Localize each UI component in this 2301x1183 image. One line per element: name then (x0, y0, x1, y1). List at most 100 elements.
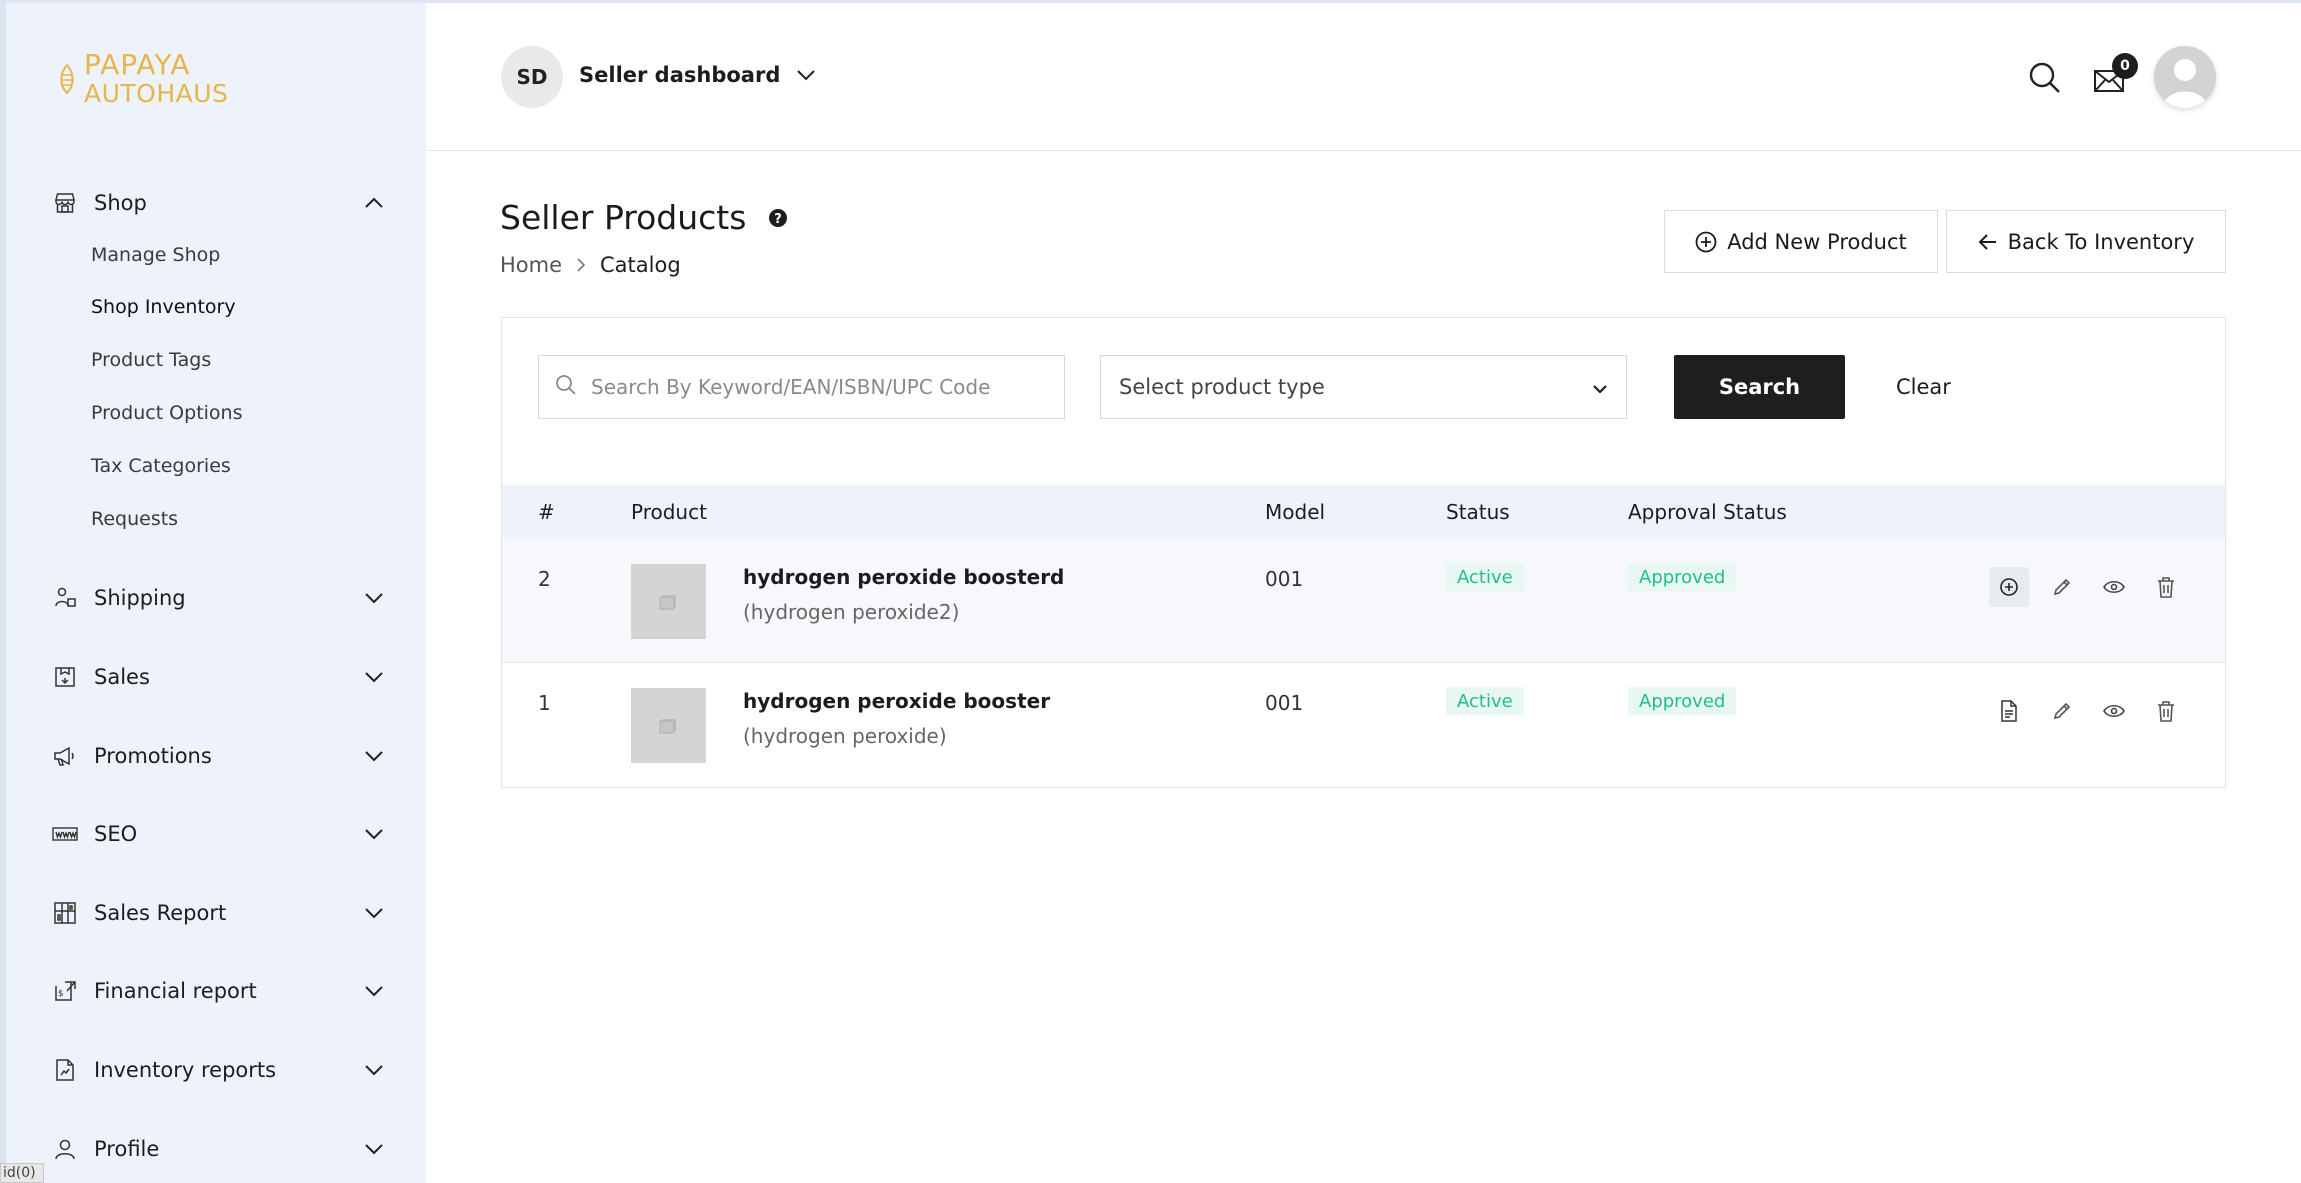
chevron-down-icon (1592, 375, 1608, 399)
sidebar-section-label: Shipping (94, 586, 186, 610)
sidebar: PAPAYA AUTOHAUS Shop Manage Shop Shop In… (6, 3, 426, 1183)
delete-trash-icon[interactable] (2146, 691, 2186, 731)
financial-icon: $ (52, 978, 78, 1004)
chevron-down-icon (362, 665, 386, 689)
sidebar-section-seo[interactable]: SEO (52, 814, 386, 854)
sidebar-item-shop-inventory[interactable]: Shop Inventory (91, 296, 236, 318)
image-placeholder-icon (659, 594, 676, 609)
sidebar-item-requests[interactable]: Requests (91, 508, 178, 530)
chevron-right-icon (576, 257, 586, 273)
product-thumbnail[interactable] (631, 564, 706, 639)
search-button[interactable]: Search (1674, 355, 1845, 419)
edit-pencil-icon[interactable] (2042, 567, 2082, 607)
brand-line1: PAPAYA (84, 48, 191, 81)
chevron-down-icon (362, 744, 386, 768)
product-type-select-label: Select product type (1119, 375, 1325, 399)
column-header-status: Status (1446, 500, 1510, 524)
seller-initials-avatar[interactable]: SD (501, 46, 563, 108)
product-thumbnail[interactable] (631, 688, 706, 763)
status-badge: Active (1446, 563, 1524, 591)
dashboard-switcher[interactable]: Seller dashboard (579, 63, 816, 87)
column-header-number: # (538, 500, 555, 524)
sidebar-section-sales[interactable]: Sales (52, 657, 386, 697)
inventory-report-icon (52, 1057, 78, 1083)
report-grid-icon (52, 900, 78, 926)
view-eye-icon[interactable] (2094, 567, 2134, 607)
chevron-down-icon (362, 979, 386, 1003)
svg-text:?: ? (775, 212, 783, 227)
brand-logo[interactable]: PAPAYA AUTOHAUS (56, 51, 228, 106)
status-footer-badge: id(0) (0, 1163, 44, 1183)
top-header: SD Seller dashboard 0 (426, 3, 2301, 151)
breadcrumb-home[interactable]: Home (500, 253, 562, 277)
sidebar-section-label: Shop (94, 191, 147, 215)
sidebar-section-financial-report[interactable]: $ Financial report (52, 971, 386, 1011)
approval-status-badge: Approved (1628, 687, 1737, 715)
add-new-product-label: Add New Product (1727, 229, 1907, 254)
edit-pencil-icon[interactable] (2042, 691, 2082, 731)
sidebar-item-manage-shop[interactable]: Manage Shop (91, 244, 220, 266)
document-icon[interactable] (1989, 691, 2029, 731)
add-new-product-button[interactable]: Add New Product (1664, 210, 1938, 273)
status-badge: Active (1446, 687, 1524, 715)
table-header: # Product Model Status Approval Status (502, 485, 2225, 539)
megaphone-icon (52, 743, 78, 769)
column-header-approval-status: Approval Status (1628, 500, 1787, 524)
chevron-down-icon (362, 586, 386, 610)
sidebar-section-label: Sales Report (94, 901, 227, 925)
chevron-up-icon (362, 191, 386, 215)
chevron-down-icon (362, 1137, 386, 1161)
chevron-down-icon (362, 822, 386, 846)
column-header-model: Model (1265, 500, 1326, 524)
sidebar-section-label: Promotions (94, 744, 212, 768)
sidebar-item-product-options[interactable]: Product Options (91, 402, 243, 424)
arrow-left-icon (1978, 233, 1998, 251)
sidebar-section-promotions[interactable]: Promotions (52, 736, 386, 776)
table-row: 1 hydrogen peroxide booster (hydrogen pe… (502, 663, 2225, 787)
search-input[interactable] (591, 375, 1031, 399)
sidebar-section-inventory-reports[interactable]: Inventory reports (52, 1050, 386, 1090)
chevron-down-icon (796, 69, 816, 81)
product-name[interactable]: hydrogen peroxide boosterd (743, 565, 1064, 589)
sidebar-section-sales-report[interactable]: Sales Report (52, 893, 386, 933)
user-avatar[interactable] (2154, 46, 2216, 108)
sidebar-section-shipping[interactable]: Shipping (52, 578, 386, 618)
sidebar-section-label: Inventory reports (94, 1058, 277, 1082)
product-name[interactable]: hydrogen peroxide booster (743, 689, 1050, 713)
product-type-select[interactable]: Select product type (1100, 355, 1627, 419)
delete-trash-icon[interactable] (2146, 567, 2186, 607)
table-row: 2 hydrogen peroxide boosterd (hydrogen p… (502, 539, 2225, 663)
chevron-down-icon (362, 1058, 386, 1082)
help-icon[interactable]: ? (768, 208, 788, 228)
search-icon[interactable] (2026, 59, 2064, 97)
www-icon (52, 821, 78, 847)
sidebar-section-profile[interactable]: Profile (52, 1129, 386, 1169)
page-title-text: Seller Products (500, 198, 747, 237)
product-model: 001 (1265, 567, 1304, 591)
chevron-down-icon (362, 901, 386, 925)
clear-button[interactable]: Clear (1896, 355, 1951, 419)
sidebar-section-shop[interactable]: Shop (52, 183, 386, 223)
breadcrumb-current: Catalog (600, 253, 681, 277)
plus-circle-icon (1695, 231, 1717, 253)
search-field[interactable] (538, 355, 1065, 419)
back-to-inventory-button[interactable]: Back To Inventory (1946, 210, 2226, 273)
dashboard-switcher-label: Seller dashboard (579, 63, 781, 87)
sales-icon (52, 664, 78, 690)
product-model: 001 (1265, 691, 1304, 715)
sidebar-section-label: Financial report (94, 979, 257, 1003)
mail-count-badge: 0 (2112, 53, 2138, 79)
row-number: 2 (538, 567, 551, 591)
sidebar-item-tax-categories[interactable]: Tax Categories (91, 455, 231, 477)
row-number: 1 (538, 691, 551, 715)
view-eye-icon[interactable] (2094, 691, 2134, 731)
product-subtitle: (hydrogen peroxide2) (743, 600, 960, 624)
papaya-logo-icon (60, 62, 74, 94)
breadcrumb: Home Catalog (500, 253, 681, 277)
search-icon (555, 374, 577, 400)
sidebar-item-product-tags[interactable]: Product Tags (91, 349, 211, 371)
back-to-inventory-label: Back To Inventory (2007, 229, 2195, 254)
plus-circle-icon[interactable] (1989, 567, 2029, 607)
page-title: Seller Products ? (500, 198, 788, 237)
svg-text:$: $ (58, 989, 64, 999)
